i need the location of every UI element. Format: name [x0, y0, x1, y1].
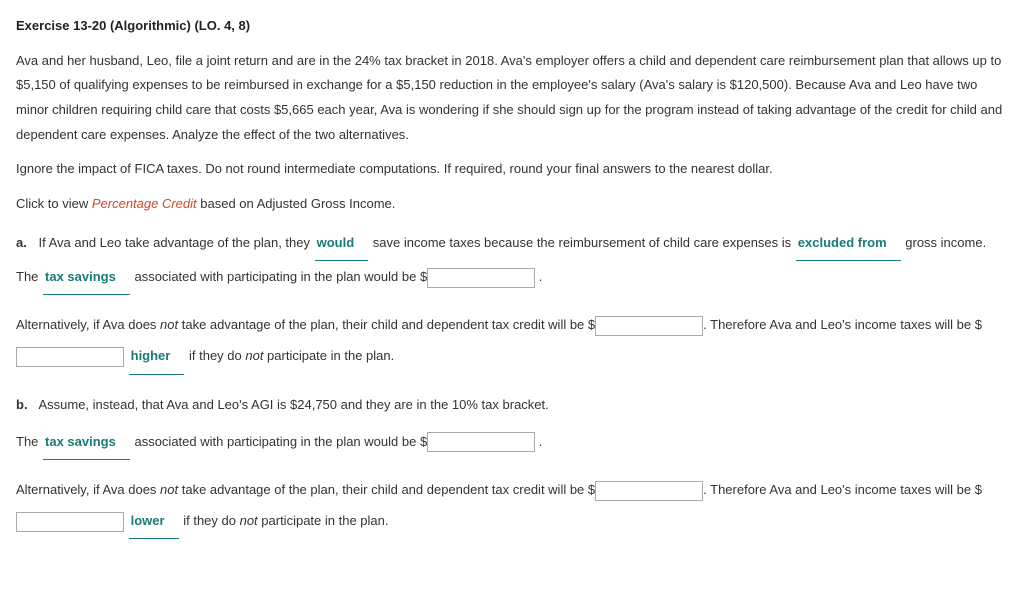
a-s2-mid3: if they do — [189, 348, 245, 363]
part-b-sentence2: Alternatively, if Ava does not take adva… — [16, 474, 1008, 539]
part-a-sentence2: Alternatively, if Ava does not take adva… — [16, 309, 1008, 374]
a-s2-not: not — [160, 317, 178, 332]
dollar-sign: $ — [588, 317, 595, 332]
dropdown-excluded-from[interactable]: excluded from — [796, 227, 901, 261]
b-s2-pre: Alternatively, if Ava does — [16, 482, 160, 497]
b-s2-end: participate in the plan. — [258, 513, 389, 528]
a-s2-mid1: take advantage of the plan, their child … — [178, 317, 588, 332]
b-s1-mid1: associated with participating in the pla… — [134, 434, 419, 449]
part-a-label: a. — [16, 235, 27, 250]
part-b-sentence1: The tax savings associated with particip… — [16, 426, 1008, 460]
b-s2-mid3: if they do — [183, 513, 239, 528]
a-s1-pre: If Ava and Leo take advantage of the pla… — [38, 235, 313, 250]
b-s1-pre: The — [16, 434, 42, 449]
input-b-credit[interactable] — [595, 481, 703, 501]
a-s2-pre: Alternatively, if Ava does — [16, 317, 160, 332]
part-a-sentence1: a. If Ava and Leo take advantage of the … — [16, 227, 1008, 295]
b-s1-end: . — [539, 434, 543, 449]
dropdown-tax-savings-a[interactable]: tax savings — [43, 261, 130, 295]
input-a-taxdiff[interactable] — [16, 347, 124, 367]
dropdown-lower[interactable]: lower — [129, 505, 179, 539]
a-s2-end: participate in the plan. — [263, 348, 394, 363]
input-a-credit[interactable] — [595, 316, 703, 336]
click-post: based on Adjusted Gross Income. — [197, 196, 396, 211]
dropdown-higher[interactable]: higher — [129, 340, 185, 374]
b-s2-mid2: . Therefore Ava and Leo's income taxes w… — [703, 482, 975, 497]
a-s2-mid2: . Therefore Ava and Leo's income taxes w… — [703, 317, 975, 332]
input-a-tax-savings[interactable] — [427, 268, 535, 288]
intro-paragraph: Ava and her husband, Leo, file a joint r… — [16, 49, 1008, 148]
part-b-intro: b. Assume, instead, that Ava and Leo's A… — [16, 389, 1008, 420]
b-s2-mid1: take advantage of the plan, their child … — [178, 482, 588, 497]
click-row: Click to view Percentage Credit based on… — [16, 192, 1008, 217]
dropdown-tax-savings-b[interactable]: tax savings — [43, 426, 130, 460]
note-paragraph: Ignore the impact of FICA taxes. Do not … — [16, 157, 1008, 182]
dollar-sign: $ — [420, 434, 427, 449]
b-intro-text: Assume, instead, that Ava and Leo's AGI … — [38, 397, 548, 412]
dollar-sign: $ — [975, 482, 982, 497]
dollar-sign: $ — [975, 317, 982, 332]
b-s2-not: not — [160, 482, 178, 497]
dollar-sign: $ — [420, 269, 427, 284]
a-s1-mid1: save income taxes because the reimbursem… — [373, 235, 795, 250]
input-b-tax-savings[interactable] — [427, 432, 535, 452]
dollar-sign: $ — [588, 482, 595, 497]
part-b-label: b. — [16, 397, 28, 412]
a-s1-end: . — [539, 269, 543, 284]
dropdown-would[interactable]: would — [315, 227, 369, 261]
a-s2-not2: not — [245, 348, 263, 363]
b-s2-not2: not — [240, 513, 258, 528]
a-s1-mid3: associated with participating in the pla… — [134, 269, 419, 284]
click-pre: Click to view — [16, 196, 92, 211]
input-b-taxdiff[interactable] — [16, 512, 124, 532]
exercise-title: Exercise 13-20 (Algorithmic) (LO. 4, 8) — [16, 14, 1008, 39]
percentage-credit-link[interactable]: Percentage Credit — [92, 196, 197, 211]
